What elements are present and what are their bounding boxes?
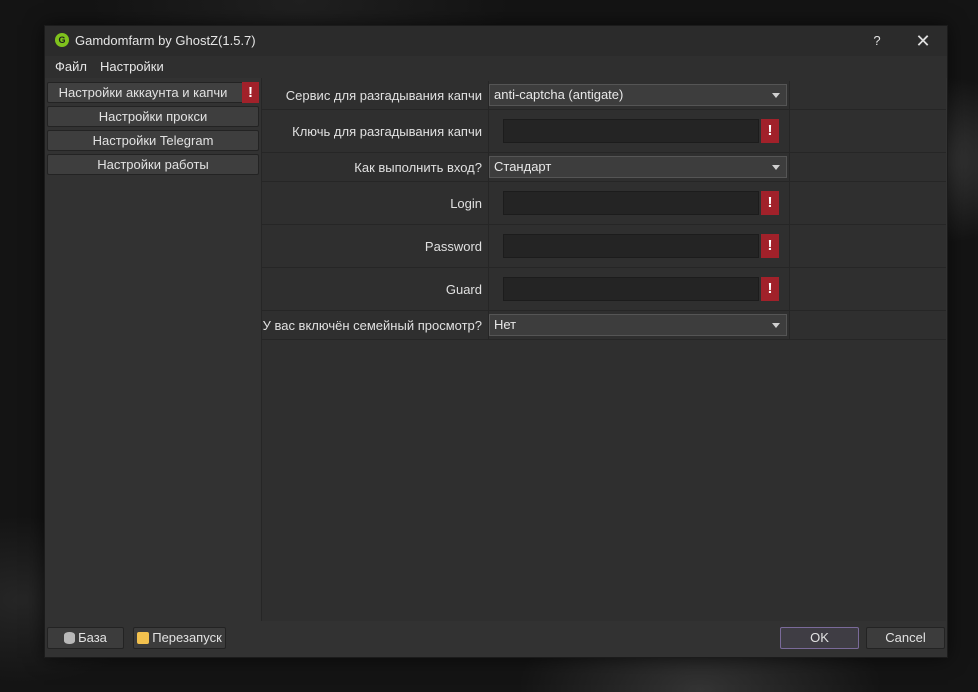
password-field[interactable] [503, 234, 759, 258]
guard-field[interactable] [503, 277, 759, 301]
title-bar[interactable]: G Gamdomfarm by GhostZ(1.5.7) ? ✕ [45, 26, 947, 56]
login-method-row: Как выполнить вход? Стандарт [262, 153, 946, 182]
login-method-value: Стандарт [494, 159, 552, 174]
close-button[interactable]: ✕ [901, 26, 945, 56]
app-logo-icon: G [55, 33, 69, 47]
restart-button[interactable]: Перезапуск [133, 627, 226, 649]
sidebar: Настройки аккаунта и капчи ! Настройки п… [45, 78, 261, 621]
captcha-key-label: Ключь для разгадывания капчи [292, 123, 482, 139]
login-method-label: Как выполнить вход? [354, 159, 482, 175]
family-view-row: У вас включён семейный просмотр? Нет [262, 311, 946, 340]
cancel-button[interactable]: Cancel [866, 627, 945, 649]
chevron-down-icon [772, 323, 780, 328]
chevron-down-icon [772, 165, 780, 170]
ok-button[interactable]: OK [780, 627, 859, 649]
sidebar-item-proxy[interactable]: Настройки прокси [47, 106, 259, 127]
login-row: Login ! [262, 182, 946, 225]
password-row: Password ! [262, 225, 946, 268]
menu-settings[interactable]: Настройки [100, 59, 164, 74]
warning-icon: ! [761, 191, 779, 215]
captcha-service-label: Сервис для разгадывания капчи [285, 87, 482, 103]
sidebar-item-label: Настройки прокси [98, 109, 208, 124]
database-button[interactable]: База [47, 627, 124, 649]
captcha-key-field[interactable] [503, 119, 759, 143]
restart-icon [137, 632, 150, 644]
captcha-service-value: anti-captcha (antigate) [494, 87, 624, 102]
password-label: Password [424, 238, 482, 254]
login-field[interactable] [503, 191, 759, 215]
restart-button-label: Перезапуск [152, 630, 222, 645]
settings-dialog: G Gamdomfarm by GhostZ(1.5.7) ? ✕ Файл Н… [44, 25, 948, 658]
settings-panel: Сервис для разгадывания капчи anti-captc… [261, 78, 946, 621]
database-button-label: База [78, 630, 107, 645]
help-button[interactable]: ? [855, 26, 899, 56]
captcha-service-select[interactable]: anti-captcha (antigate) [489, 84, 787, 106]
family-view-value: Нет [494, 317, 517, 332]
login-method-select[interactable]: Стандарт [489, 156, 787, 178]
sidebar-item-label: Настройки аккаунта и капчи [58, 85, 228, 100]
sidebar-item-label: Настройки Telegram [92, 133, 214, 148]
menu-bar: Файл Настройки [45, 56, 947, 78]
warning-icon: ! [761, 277, 779, 301]
warning-icon: ! [761, 234, 779, 258]
sidebar-item-label: Настройки работы [97, 157, 209, 172]
family-view-label: У вас включён семейный просмотр? [262, 317, 482, 333]
captcha-service-row: Сервис для разгадывания капчи anti-captc… [262, 81, 946, 110]
database-icon [64, 632, 76, 644]
sidebar-item-account-captcha[interactable]: Настройки аккаунта и капчи ! [47, 82, 259, 103]
family-view-select[interactable]: Нет [489, 314, 787, 336]
warning-icon: ! [242, 82, 259, 103]
sidebar-item-telegram[interactable]: Настройки Telegram [47, 130, 259, 151]
sidebar-item-work[interactable]: Настройки работы [47, 154, 259, 175]
login-label: Login [450, 195, 482, 211]
window-title: Gamdomfarm by GhostZ(1.5.7) [75, 33, 256, 48]
chevron-down-icon [772, 93, 780, 98]
warning-icon: ! [761, 119, 779, 143]
captcha-key-row: Ключь для разгадывания капчи ! [262, 110, 946, 153]
guard-row: Guard ! [262, 268, 946, 311]
guard-label: Guard [445, 281, 482, 297]
menu-file[interactable]: Файл [55, 59, 87, 74]
